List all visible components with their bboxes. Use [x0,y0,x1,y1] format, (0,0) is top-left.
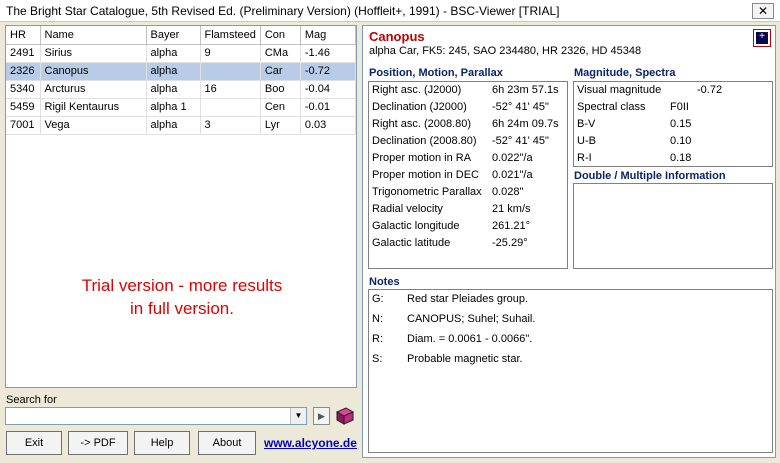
title-bar: The Bright Star Catalogue, 5th Revised E… [0,0,780,22]
double-section-title: Double / Multiple Information [574,170,726,182]
column-header-flamsteed[interactable]: Flamsteed [200,26,261,45]
cell-name: Sirius [40,44,147,63]
cell-flamsteed [200,98,261,117]
search-combobox[interactable]: ▼ [5,407,307,425]
close-button[interactable]: ✕ [752,3,774,19]
cell-bayer: alpha 1 [146,98,201,117]
cell-mag: -0.01 [300,98,357,117]
cell-con: Car [260,62,301,81]
column-header-con[interactable]: Con [260,26,301,45]
double-box [573,183,773,269]
cell-bayer: alpha [146,62,201,81]
trial-notice-line2: in full version. [130,299,234,318]
cell-mag: -0.04 [300,80,357,99]
cell-name: Vega [40,116,147,135]
table-row[interactable]: 5459 Rigil Kentaurus alpha 1 Cen -0.01 [6,98,357,117]
table-row[interactable]: 7001 Vega alpha 3 Lyr 0.03 [6,116,357,135]
star-identifiers: alpha Car, FK5: 245, SAO 234480, HR 2326… [369,45,642,57]
cell-name: Rigil Kentaurus [40,98,147,117]
cell-con: Cen [260,98,301,117]
catalogue-book-button[interactable] [335,406,355,426]
cell-flamsteed: 16 [200,80,261,99]
cell-flamsteed: 9 [200,44,261,63]
book-icon [335,407,355,425]
column-header-mag[interactable]: Mag [300,26,357,45]
column-header-hr[interactable]: HR [6,26,41,45]
trial-notice-line1: Trial version - more results [81,276,283,295]
column-header-bayer[interactable]: Bayer [146,26,201,45]
cell-bayer: alpha [146,80,201,99]
star-chart-button[interactable]: + [753,29,771,47]
window-title: The Bright Star Catalogue, 5th Revised E… [6,4,560,18]
cell-mag: 0.03 [300,116,357,135]
notes-section-title: Notes [369,276,400,288]
cell-bayer: alpha [146,116,201,135]
table-header-row: HR Name Bayer Flamsteed Con Mag [6,26,357,45]
column-header-name[interactable]: Name [40,26,147,45]
star-table-panel[interactable]: HR Name Bayer Flamsteed Con Mag 2491 Sir… [5,25,357,388]
star-name: Canopus [369,29,425,44]
cell-name: Canopus [40,62,147,81]
trial-notice: Trial version - more results in full ver… [6,274,358,320]
close-icon: ✕ [757,4,769,18]
cell-hr: 5340 [6,80,41,99]
help-button[interactable]: Help [134,431,190,455]
table-row-selected[interactable]: 2326 Canopus alpha Car -0.72 [6,62,357,81]
cell-con: CMa [260,44,301,63]
cell-hr: 7001 [6,116,41,135]
cell-mag: -1.46 [300,44,357,63]
cell-name: Arcturus [40,80,147,99]
cell-mag: -0.72 [300,62,357,81]
exit-button[interactable]: Exit [6,431,62,455]
magnitude-section-title: Magnitude, Spectra [574,67,676,79]
pdf-button[interactable]: -> PDF [68,431,128,455]
search-go-button[interactable]: ▶ [313,407,330,425]
star-chart-icon: + [756,31,768,44]
cell-hr: 5459 [6,98,41,117]
play-arrow-icon: ▶ [318,411,325,421]
cell-hr: 2326 [6,62,41,81]
position-section-title: Position, Motion, Parallax [369,67,503,79]
position-box: Right asc. (J2000) 6h 23m 57.1s Declinati… [368,81,568,269]
about-button[interactable]: About [198,431,256,455]
star-detail-panel: Canopus alpha Car, FK5: 245, SAO 234480,… [362,25,776,458]
cell-hr: 2491 [6,44,41,63]
star-table: HR Name Bayer Flamsteed Con Mag 2491 Sir… [6,26,357,135]
magnitude-box: Visual magnitude -0.72 Spectral class F0II… [573,81,773,167]
search-label: Search for [6,394,57,406]
cell-bayer: alpha [146,44,201,63]
cell-con: Boo [260,80,301,99]
table-row[interactable]: 5340 Arcturus alpha 16 Boo -0.04 [6,80,357,99]
notes-box: G: Red star Pleiades group. N: CANOPUS; Su… [368,289,773,453]
cell-con: Lyr [260,116,301,135]
chevron-down-icon: ▼ [294,411,303,420]
cell-flamsteed [200,62,261,81]
cell-flamsteed: 3 [200,116,261,135]
dropdown-button[interactable]: ▼ [290,408,306,424]
website-link[interactable]: www.alcyone.de [264,436,357,450]
table-row[interactable]: 2491 Sirius alpha 9 CMa -1.46 [6,44,357,63]
